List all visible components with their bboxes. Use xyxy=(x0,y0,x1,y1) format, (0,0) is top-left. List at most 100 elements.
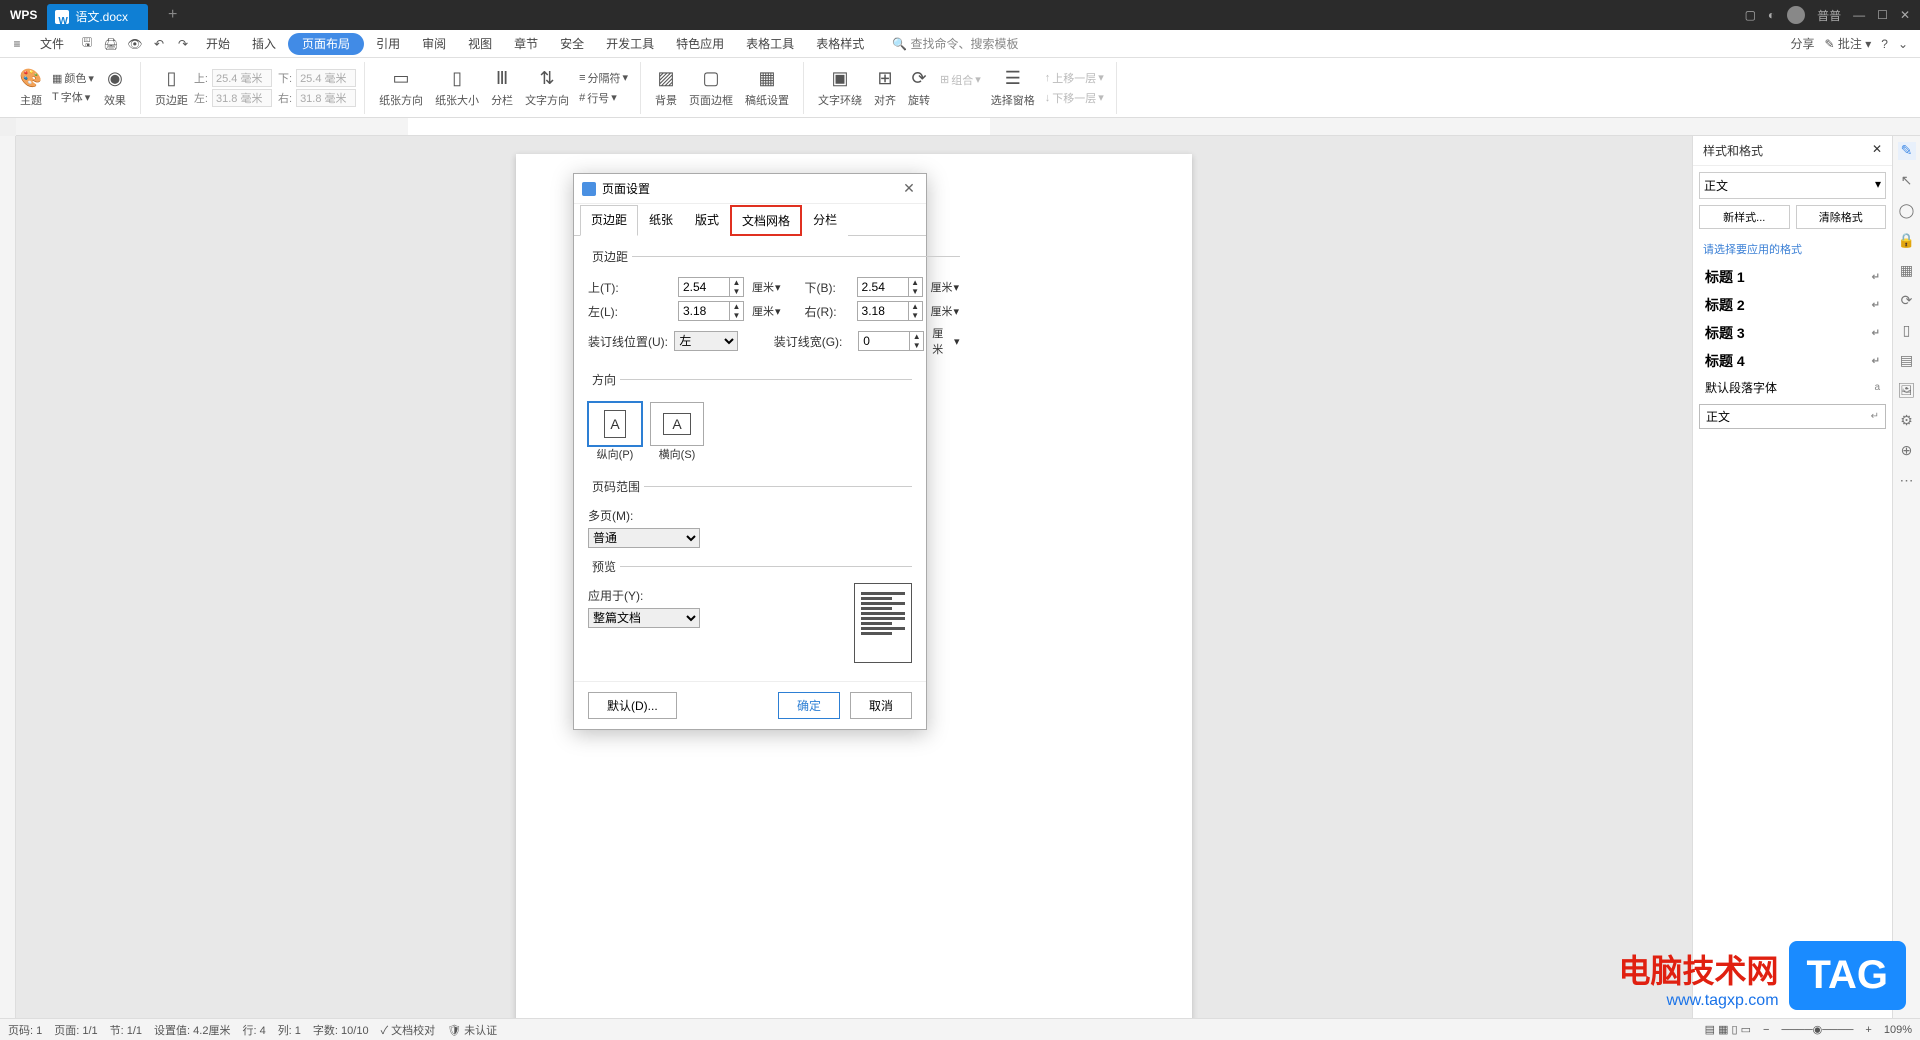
fonts-button[interactable]: T 字体 ▾ xyxy=(48,88,98,106)
tab-pagelayout[interactable]: 页面布局 xyxy=(288,33,364,55)
horizontal-ruler[interactable] xyxy=(16,118,1920,136)
pageborder-button[interactable]: ▢页面边框 xyxy=(683,68,739,108)
tab-insert[interactable]: 插入 xyxy=(242,31,286,57)
layout-icon[interactable]: ▤ xyxy=(1898,352,1916,370)
clear-format-button[interactable]: 清除格式 xyxy=(1796,205,1887,229)
gutterw-spin[interactable]: ▲▼ xyxy=(858,331,924,351)
margin-top-field[interactable]: 上: xyxy=(194,69,272,87)
textdirection-button[interactable]: ⇅文字方向 xyxy=(519,68,575,108)
columns-button[interactable]: Ⅲ分栏 xyxy=(485,68,519,108)
format-pane-icon[interactable]: ✎ xyxy=(1898,142,1916,160)
papersize-button[interactable]: ▯纸张大小 xyxy=(429,68,485,108)
tab-home[interactable]: 开始 xyxy=(196,31,240,57)
cancel-button[interactable]: 取消 xyxy=(850,692,912,719)
margin-left-field[interactable]: 左: xyxy=(194,89,272,107)
tab-tabletools[interactable]: 表格工具 xyxy=(736,31,804,57)
tab-review[interactable]: 审阅 xyxy=(412,31,456,57)
colors-button[interactable]: ▦ 颜色 ▾ xyxy=(48,69,98,87)
comments-button[interactable]: ✎ 批注 ▾ xyxy=(1824,35,1871,52)
zoom-out-icon[interactable]: − xyxy=(1763,1024,1769,1036)
preview-icon[interactable]: 👁 xyxy=(124,33,146,55)
attr-icon[interactable]: ▦ xyxy=(1898,262,1916,280)
theme-button[interactable]: 🎨主题 xyxy=(14,68,48,108)
applyto-select[interactable]: 整篇文档 xyxy=(588,608,700,628)
skin-icon[interactable]: ◐ xyxy=(1768,8,1775,22)
dialog-close-button[interactable]: ✕ xyxy=(900,180,918,197)
style-heading3[interactable]: 标题 3↵ xyxy=(1699,319,1886,347)
margin-right-field[interactable]: 右: xyxy=(278,89,356,107)
view-mode-icons[interactable]: ▤ ▦ ▯ ▭ xyxy=(1705,1023,1751,1036)
style-heading1[interactable]: 标题 1↵ xyxy=(1699,263,1886,291)
select-pane-icon[interactable]: ↖ xyxy=(1898,172,1916,190)
margins-button[interactable]: ▯页边距 xyxy=(149,68,194,108)
tab-chapter[interactable]: 章节 xyxy=(504,31,548,57)
background-button[interactable]: ▨背景 xyxy=(649,68,683,108)
right-spin[interactable]: ▲▼ xyxy=(857,301,923,321)
textwrap-button[interactable]: ▣文字环绕 xyxy=(812,68,868,108)
zoom-slider[interactable]: ────◉──── xyxy=(1781,1023,1853,1036)
new-tab-button[interactable]: + xyxy=(148,6,197,24)
zoom-in-icon[interactable]: + xyxy=(1865,1024,1871,1036)
dlgtab-layout[interactable]: 版式 xyxy=(684,205,730,236)
help-icon[interactable]: ? xyxy=(1881,37,1888,51)
user-avatar[interactable] xyxy=(1787,6,1805,24)
tab-security[interactable]: 安全 xyxy=(550,31,594,57)
top-spin[interactable]: ▲▼ xyxy=(678,277,744,297)
style-defaultpara[interactable]: 默认段落字体a xyxy=(1699,375,1886,400)
undo-icon[interactable]: ↶ xyxy=(148,33,170,55)
settings-icon[interactable]: ⚙ xyxy=(1898,412,1916,430)
redo-icon[interactable]: ↷ xyxy=(172,33,194,55)
document-tab[interactable]: 语文.docx xyxy=(47,4,148,30)
style-heading2[interactable]: 标题 2↵ xyxy=(1699,291,1886,319)
effects-button[interactable]: ◉效果 xyxy=(98,68,132,108)
breaks-button[interactable]: ≡ 分隔符 ▾ xyxy=(575,69,632,87)
style-heading4[interactable]: 标题 4↵ xyxy=(1699,347,1886,375)
backup-icon[interactable]: ⟳ xyxy=(1898,292,1916,310)
tab-view[interactable]: 视图 xyxy=(458,31,502,57)
rotate-button[interactable]: ⟳旋转 xyxy=(902,68,936,108)
minimize-button[interactable]: — xyxy=(1853,8,1865,22)
current-style-select[interactable]: 正文 ▾ xyxy=(1699,172,1886,199)
tab-special[interactable]: 特色应用 xyxy=(666,31,734,57)
print-icon[interactable]: 🖨 xyxy=(100,33,122,55)
notification-icon[interactable]: ▢ xyxy=(1745,8,1756,22)
align-button[interactable]: ⊞对齐 xyxy=(868,68,902,108)
share-button[interactable]: 分享 xyxy=(1790,35,1814,52)
multipage-select[interactable]: 普通 xyxy=(588,528,700,548)
status-words[interactable]: 字数: 10/10 xyxy=(313,1022,369,1038)
limit-icon[interactable]: 🔒 xyxy=(1898,232,1916,250)
status-pages[interactable]: 页面: 1/1 xyxy=(54,1022,97,1038)
manuscript-button[interactable]: ▦稿纸设置 xyxy=(739,68,795,108)
shape-pane-icon[interactable]: ◯ xyxy=(1898,202,1916,220)
dlgtab-docgrid[interactable]: 文档网格 xyxy=(730,205,802,236)
status-proof[interactable]: ✓ 文档校对 xyxy=(381,1022,436,1038)
doc-icon[interactable]: ▯ xyxy=(1898,322,1916,340)
orientation-button[interactable]: ▭纸张方向 xyxy=(373,68,429,108)
selectionpane-button[interactable]: ☰选择窗格 xyxy=(985,68,1041,108)
more-icon[interactable]: ⋯ xyxy=(1898,472,1916,490)
linenumbers-button[interactable]: # 行号 ▾ xyxy=(575,89,632,107)
tab-tablestyle[interactable]: 表格样式 xyxy=(806,31,874,57)
menu-icon[interactable]: ≡ xyxy=(6,33,28,55)
portrait-option[interactable]: A xyxy=(588,402,642,446)
help-icon[interactable]: ⊕ xyxy=(1898,442,1916,460)
search-box[interactable]: 🔍 查找命令、搜索模板 xyxy=(886,35,1024,52)
margin-bottom-field[interactable]: 下: xyxy=(278,69,356,87)
gutter-select[interactable]: 左 xyxy=(674,331,737,351)
style-body[interactable]: 正文↵ xyxy=(1699,404,1886,429)
close-button[interactable]: ✕ xyxy=(1900,8,1910,22)
landscape-option[interactable]: A xyxy=(650,402,704,446)
status-verify[interactable]: 🛡 未认证 xyxy=(447,1022,497,1038)
collapse-ribbon-icon[interactable]: ⌄ xyxy=(1898,37,1908,51)
bottom-spin[interactable]: ▲▼ xyxy=(857,277,923,297)
tab-references[interactable]: 引用 xyxy=(366,31,410,57)
status-section[interactable]: 节: 1/1 xyxy=(110,1022,142,1038)
tab-devtools[interactable]: 开发工具 xyxy=(596,31,664,57)
status-page[interactable]: 页码: 1 xyxy=(8,1022,42,1038)
image-icon[interactable]: 🖼 xyxy=(1898,382,1916,400)
save-icon[interactable]: 🖫 xyxy=(76,33,98,55)
panel-close-icon[interactable]: ✕ xyxy=(1872,142,1882,159)
left-spin[interactable]: ▲▼ xyxy=(678,301,744,321)
new-style-button[interactable]: 新样式... xyxy=(1699,205,1790,229)
dlgtab-margins[interactable]: 页边距 xyxy=(580,205,638,236)
